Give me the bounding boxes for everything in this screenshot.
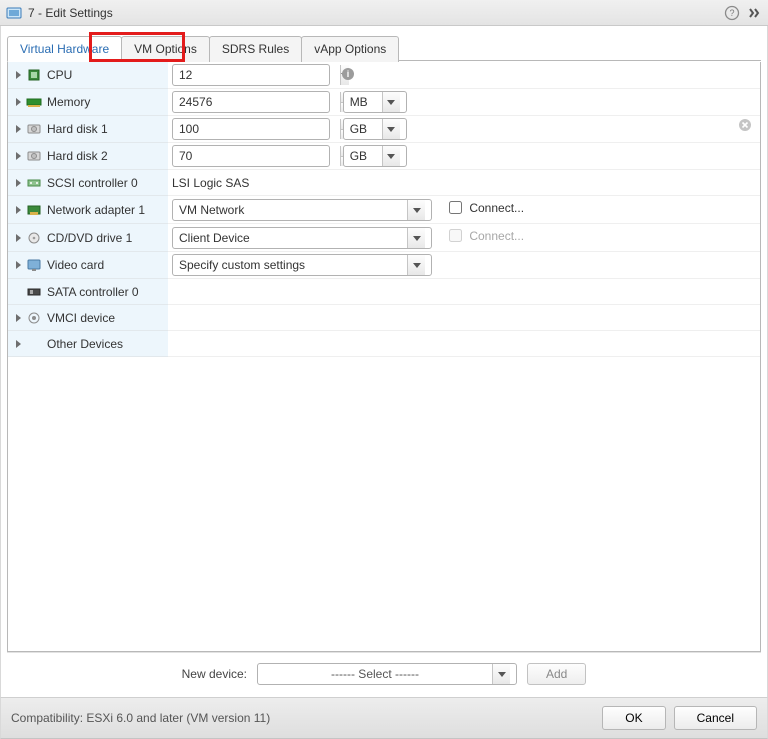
expand-icon[interactable] [16,152,21,160]
svg-text:?: ? [729,8,734,18]
help-icon[interactable]: ? [724,5,740,21]
tab-vapp-options[interactable]: vApp Options [301,36,399,62]
row-label-sata0: SATA controller 0 [47,285,139,299]
memory-unit-dropdown[interactable] [343,91,407,113]
new-device-dropdown[interactable] [257,663,517,685]
cd1-connect-label: Connect... [469,229,524,243]
cd1-device-input[interactable] [173,228,407,248]
row-label-cd1: CD/DVD drive 1 [47,231,132,245]
row-label-video: Video card [47,258,104,272]
info-icon[interactable]: i [341,70,355,84]
tab-virtual-hardware[interactable]: Virtual Hardware [7,36,122,62]
row-label-cpu: CPU [47,68,72,82]
dialog-footer: Compatibility: ESXi 6.0 and later (VM ve… [0,697,768,739]
dropdown-button[interactable] [407,200,425,220]
edit-settings-dialog: 7 - Edit Settings ? Virtual Hardware VM … [0,0,768,739]
cd1-connect-checkbox: Connect... [445,226,524,245]
add-button: Add [527,663,586,685]
dropdown-button[interactable] [382,146,400,166]
remove-hd1-icon[interactable] [738,118,752,135]
row-label-other: Other Devices [47,337,123,351]
dropdown-button[interactable] [382,119,400,139]
sata-controller-icon [26,285,42,299]
cpu-icon [26,68,42,82]
expand-icon[interactable] [16,261,21,269]
net1-connect-checkbox[interactable]: Connect... [445,198,524,217]
expand-icon[interactable] [16,179,21,187]
settings-grid: CPU i [7,62,761,652]
dropdown-button[interactable] [407,228,425,248]
hd1-size-input[interactable] [173,119,340,139]
new-device-label: New device: [182,667,247,681]
titlebar: 7 - Edit Settings ? [0,0,768,26]
cpu-count-input[interactable] [173,65,340,85]
ok-button[interactable]: OK [602,706,665,730]
expand-icon[interactable] [16,340,21,348]
cd-drive-icon [26,231,42,245]
hd2-unit-dropdown[interactable] [343,145,407,167]
memory-size-spinner[interactable] [172,91,330,113]
new-device-input[interactable] [258,664,492,684]
row-label-vmci: VMCI device [47,311,115,325]
hd2-size-spinner[interactable] [172,145,330,167]
compatibility-text: Compatibility: ESXi 6.0 and later (VM ve… [11,711,270,725]
scsi-type-text: LSI Logic SAS [172,176,249,190]
hd2-size-input[interactable] [173,146,340,166]
expand-icon[interactable] [16,71,21,79]
vmci-device-icon [26,311,42,325]
expand-icon[interactable] [16,206,21,214]
hard-disk-icon [26,122,42,136]
memory-icon [26,95,42,109]
expand-icon[interactable] [16,98,21,106]
expand-icon[interactable] [746,5,762,21]
memory-size-input[interactable] [173,92,340,112]
window-title: 7 - Edit Settings [28,6,113,20]
memory-unit-input[interactable] [344,92,382,112]
row-label-net1: Network adapter 1 [47,203,145,217]
row-label-hd1: Hard disk 1 [47,122,108,136]
svg-text:i: i [347,69,350,79]
dropdown-button[interactable] [492,664,510,684]
row-label-scsi: SCSI controller 0 [47,176,138,190]
dropdown-button[interactable] [407,255,425,275]
net1-network-input[interactable] [173,200,407,220]
video-settings-input[interactable] [173,255,407,275]
net1-network-dropdown[interactable] [172,199,432,221]
network-adapter-icon [26,203,42,217]
row-label-memory: Memory [47,95,90,109]
dialog-body: Virtual Hardware VM Options SDRS Rules v… [0,26,768,697]
tab-sdrs-rules[interactable]: SDRS Rules [209,36,302,62]
cpu-count-dropdown[interactable] [172,64,330,86]
net1-connect-label: Connect... [469,201,524,215]
tab-bar: Virtual Hardware VM Options SDRS Rules v… [1,26,767,62]
video-settings-dropdown[interactable] [172,254,432,276]
cancel-button[interactable]: Cancel [674,706,757,730]
expand-icon[interactable] [16,234,21,242]
cd1-device-dropdown[interactable] [172,227,432,249]
hd2-unit-input[interactable] [344,146,382,166]
hd1-unit-dropdown[interactable] [343,118,407,140]
hd1-unit-input[interactable] [344,119,382,139]
video-card-icon [26,258,42,272]
scsi-controller-icon [26,176,42,190]
dropdown-button[interactable] [382,92,400,112]
tab-vm-options[interactable]: VM Options [121,36,210,62]
expand-icon[interactable] [16,314,21,322]
new-device-bar: New device: Add [7,652,761,697]
row-label-hd2: Hard disk 2 [47,149,108,163]
hd1-size-spinner[interactable] [172,118,330,140]
vm-icon [6,5,22,21]
expand-icon[interactable] [16,125,21,133]
hard-disk-icon [26,149,42,163]
